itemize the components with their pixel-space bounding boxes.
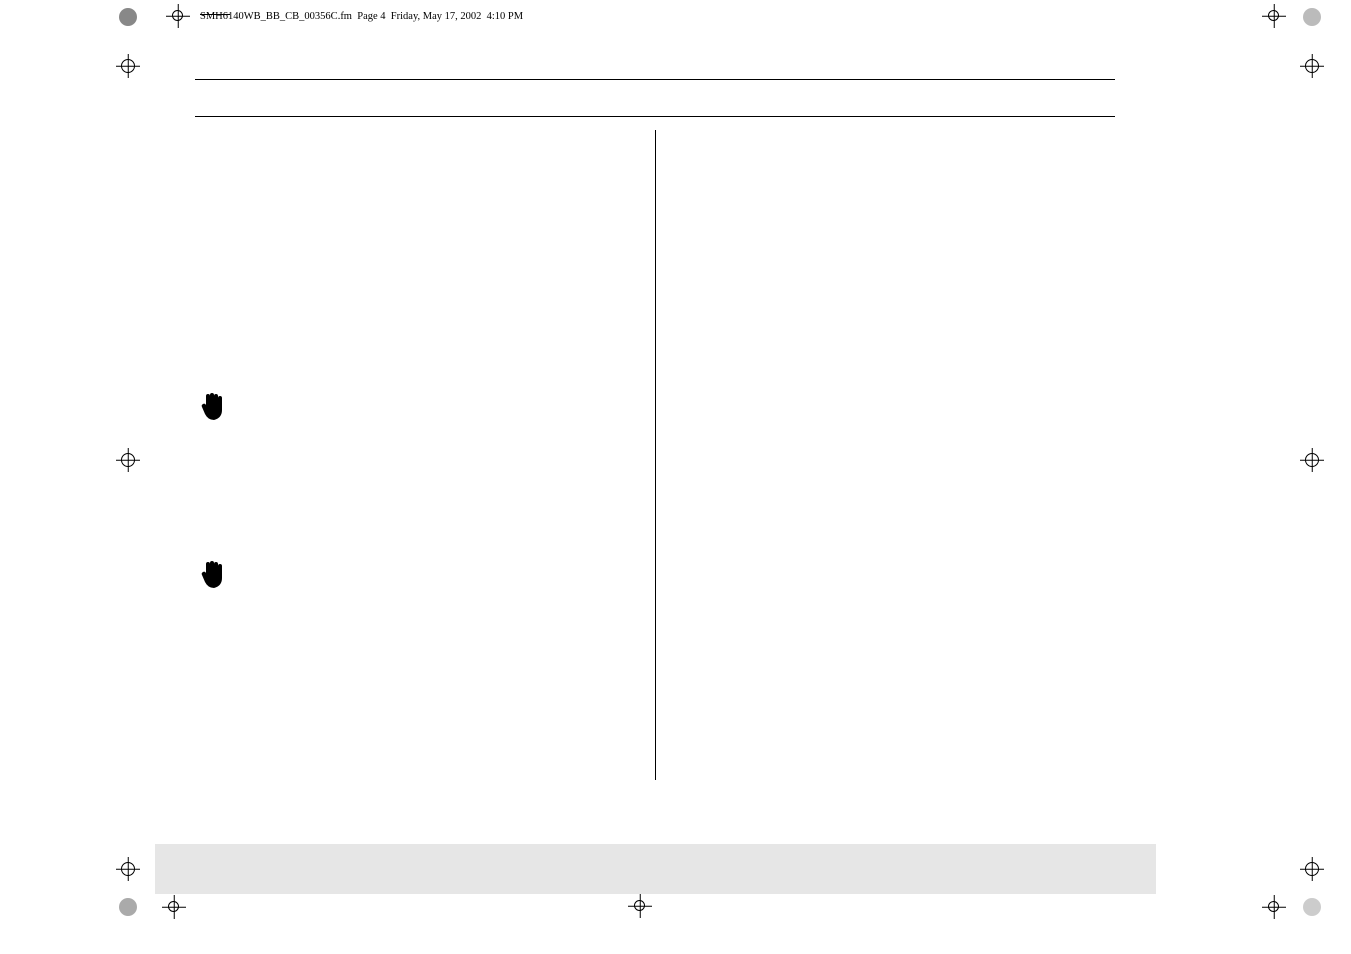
crop-mark — [0, 165, 30, 166]
crop-mark — [0, 47, 1, 72]
registration-mark — [1305, 453, 1319, 467]
hand-stop-icon — [200, 392, 226, 430]
doc-header: SMH6140WB_BB_CB_00356C.fm Page 4 Friday,… — [200, 11, 523, 22]
cmyk-swatch-cyan — [1303, 8, 1321, 26]
crop-mark — [0, 211, 1, 229]
crop-mark — [0, 210, 30, 211]
crop-mark — [0, 21, 1, 46]
registration-mark — [172, 10, 183, 21]
cmyk-swatch-black — [119, 8, 137, 26]
crop-mark — [0, 72, 1, 92]
registration-mark — [1268, 901, 1279, 912]
horizontal-rule — [195, 79, 1115, 80]
registration-mark — [168, 901, 179, 912]
registration-mark — [634, 900, 645, 911]
cmyk-swatch-magenta — [119, 898, 137, 916]
cmyk-swatch-yellow — [1303, 898, 1321, 916]
crop-mark — [0, 129, 30, 130]
registration-mark — [121, 453, 135, 467]
crop-mark — [0, 92, 30, 93]
doc-filename: SMH6140WB_BB_CB_00356C.fm — [200, 11, 352, 22]
crop-mark — [0, 229, 30, 230]
registration-mark — [1305, 59, 1319, 73]
crop-mark — [0, 1, 1, 21]
doc-time: 4:10 PM — [487, 11, 523, 22]
horizontal-rule — [195, 116, 1115, 117]
crop-mark — [0, 184, 1, 209]
registration-mark — [121, 59, 135, 73]
registration-mark — [121, 862, 135, 876]
registration-mark — [1305, 862, 1319, 876]
doc-page: Page 4 — [357, 11, 385, 22]
crop-mark — [0, 166, 1, 184]
crop-mark — [0, 72, 40, 73]
crop-mark — [0, 184, 30, 185]
column-divider — [655, 130, 656, 780]
crop-mark — [0, 46, 40, 47]
crop-mark — [0, 147, 1, 165]
crop-mark — [0, 0, 20, 1]
crop-mark — [0, 111, 1, 129]
crop-mark — [0, 229, 1, 254]
registration-mark — [1268, 10, 1279, 21]
doc-date: Friday, May 17, 2002 — [391, 11, 482, 22]
footer-bar — [155, 844, 1156, 894]
crop-mark — [0, 93, 1, 111]
crop-mark — [0, 129, 1, 147]
crop-mark — [0, 21, 12, 22]
hand-stop-icon — [200, 560, 226, 598]
